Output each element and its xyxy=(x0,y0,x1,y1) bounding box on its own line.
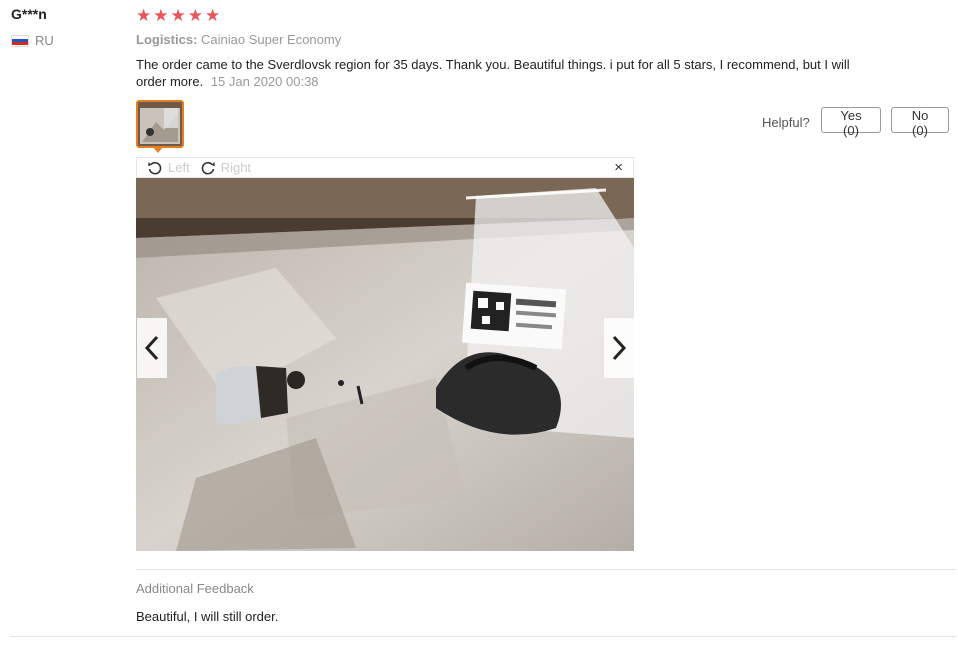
helpful-yes-button[interactable]: Yes (0) xyxy=(821,107,881,138)
review-photo xyxy=(136,178,634,551)
rotate-right-button[interactable]: Right xyxy=(200,160,251,176)
review-photo-thumbnail[interactable] xyxy=(136,100,184,148)
rotate-left-button[interactable]: Left xyxy=(147,160,190,176)
logistics-value: Cainiao Super Economy xyxy=(201,32,342,47)
chevron-right-icon xyxy=(612,335,627,361)
review-body: The order came to the Sverdlovsk region … xyxy=(136,56,861,90)
divider xyxy=(136,569,956,570)
rotate-left-icon xyxy=(148,161,162,175)
chevron-left-icon xyxy=(144,335,159,361)
logistics-info: Logistics: Cainiao Super Economy xyxy=(136,32,341,47)
helpful-label: Helpful? xyxy=(762,115,810,130)
rotate-left-label: Left xyxy=(168,160,190,175)
next-photo-button[interactable] xyxy=(604,318,634,378)
country-code: RU xyxy=(35,33,54,48)
logistics-label: Logistics: xyxy=(136,32,198,47)
thumbnail-caret xyxy=(153,147,163,153)
helpful-no-button[interactable]: No (0) xyxy=(891,107,949,138)
additional-feedback-text: Beautiful, I will still order. xyxy=(136,609,279,624)
close-viewer-button[interactable]: × xyxy=(614,158,623,177)
star-rating: ★ ★ ★ ★ ★ xyxy=(136,6,220,26)
star-icon: ★ xyxy=(170,6,186,25)
photo-viewer-toolbar: Left Right × xyxy=(136,157,634,178)
review-date: 15 Jan 2020 00:38 xyxy=(210,74,319,89)
photo-thumbnail-image xyxy=(138,102,182,146)
rotate-right-label: Right xyxy=(220,160,252,175)
previous-photo-button[interactable] xyxy=(137,318,167,378)
star-icon: ★ xyxy=(136,6,152,25)
star-icon: ★ xyxy=(187,6,203,25)
reviewer-name: G***n xyxy=(11,6,47,22)
divider xyxy=(10,636,956,637)
review-photo-image xyxy=(136,178,634,551)
star-icon: ★ xyxy=(153,6,169,25)
star-icon: ★ xyxy=(205,6,221,25)
russia-flag-icon xyxy=(11,34,29,47)
reviewer-country: RU xyxy=(11,33,54,48)
additional-feedback-title: Additional Feedback xyxy=(136,581,254,596)
rotate-right-icon xyxy=(201,161,215,175)
